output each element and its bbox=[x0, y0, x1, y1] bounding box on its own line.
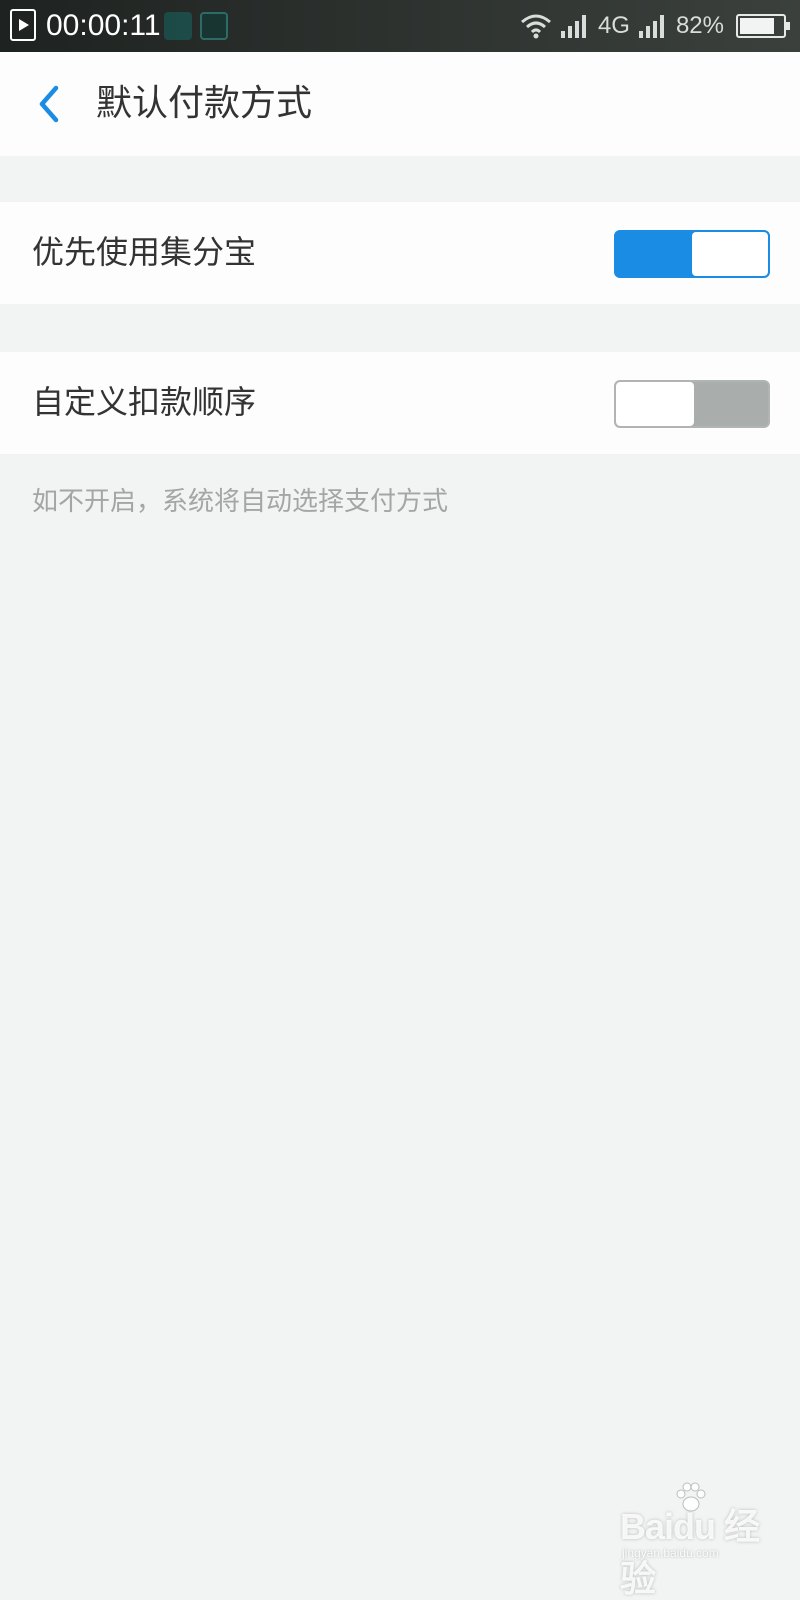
setting-label: 优先使用集分宝 bbox=[32, 233, 257, 271]
notification-icon bbox=[164, 12, 192, 40]
watermark: Baidu 经验 jingyan.baidu.com bbox=[620, 1480, 770, 1599]
signal-icon-2 bbox=[638, 15, 664, 38]
chevron-left-icon bbox=[39, 85, 59, 123]
hint-text: 如不开启，系统将自动选择支付方式 bbox=[32, 487, 449, 517]
setting-label: 自定义扣款顺序 bbox=[32, 383, 257, 421]
watermark-url: jingyan.baidu.com bbox=[622, 1546, 719, 1560]
setting-row-prefer-points: 优先使用集分宝 bbox=[0, 202, 800, 304]
status-indicators: 4G 82% bbox=[520, 0, 790, 52]
recording-time: 00:00:11 bbox=[46, 9, 161, 42]
header: 默认付款方式 bbox=[0, 52, 800, 156]
custom-order-toggle[interactable] bbox=[614, 380, 770, 428]
prefer-points-toggle[interactable] bbox=[614, 230, 770, 278]
screen-record-icon bbox=[10, 9, 36, 41]
network-type: 4G bbox=[597, 12, 630, 39]
screenshot-notification-icon bbox=[200, 12, 228, 40]
status-bar: 00:00:11 4G 82% bbox=[0, 0, 800, 52]
setting-row-custom-order: 自定义扣款顺序 bbox=[0, 352, 800, 454]
battery-icon bbox=[736, 14, 790, 38]
page-title: 默认付款方式 bbox=[96, 83, 313, 124]
signal-icon bbox=[560, 15, 586, 38]
toggle-knob bbox=[616, 382, 694, 426]
toggle-knob bbox=[692, 232, 768, 276]
battery-level bbox=[740, 18, 775, 34]
back-button[interactable] bbox=[26, 78, 78, 130]
wifi-icon bbox=[520, 14, 551, 39]
battery-percent: 82% bbox=[675, 12, 724, 39]
